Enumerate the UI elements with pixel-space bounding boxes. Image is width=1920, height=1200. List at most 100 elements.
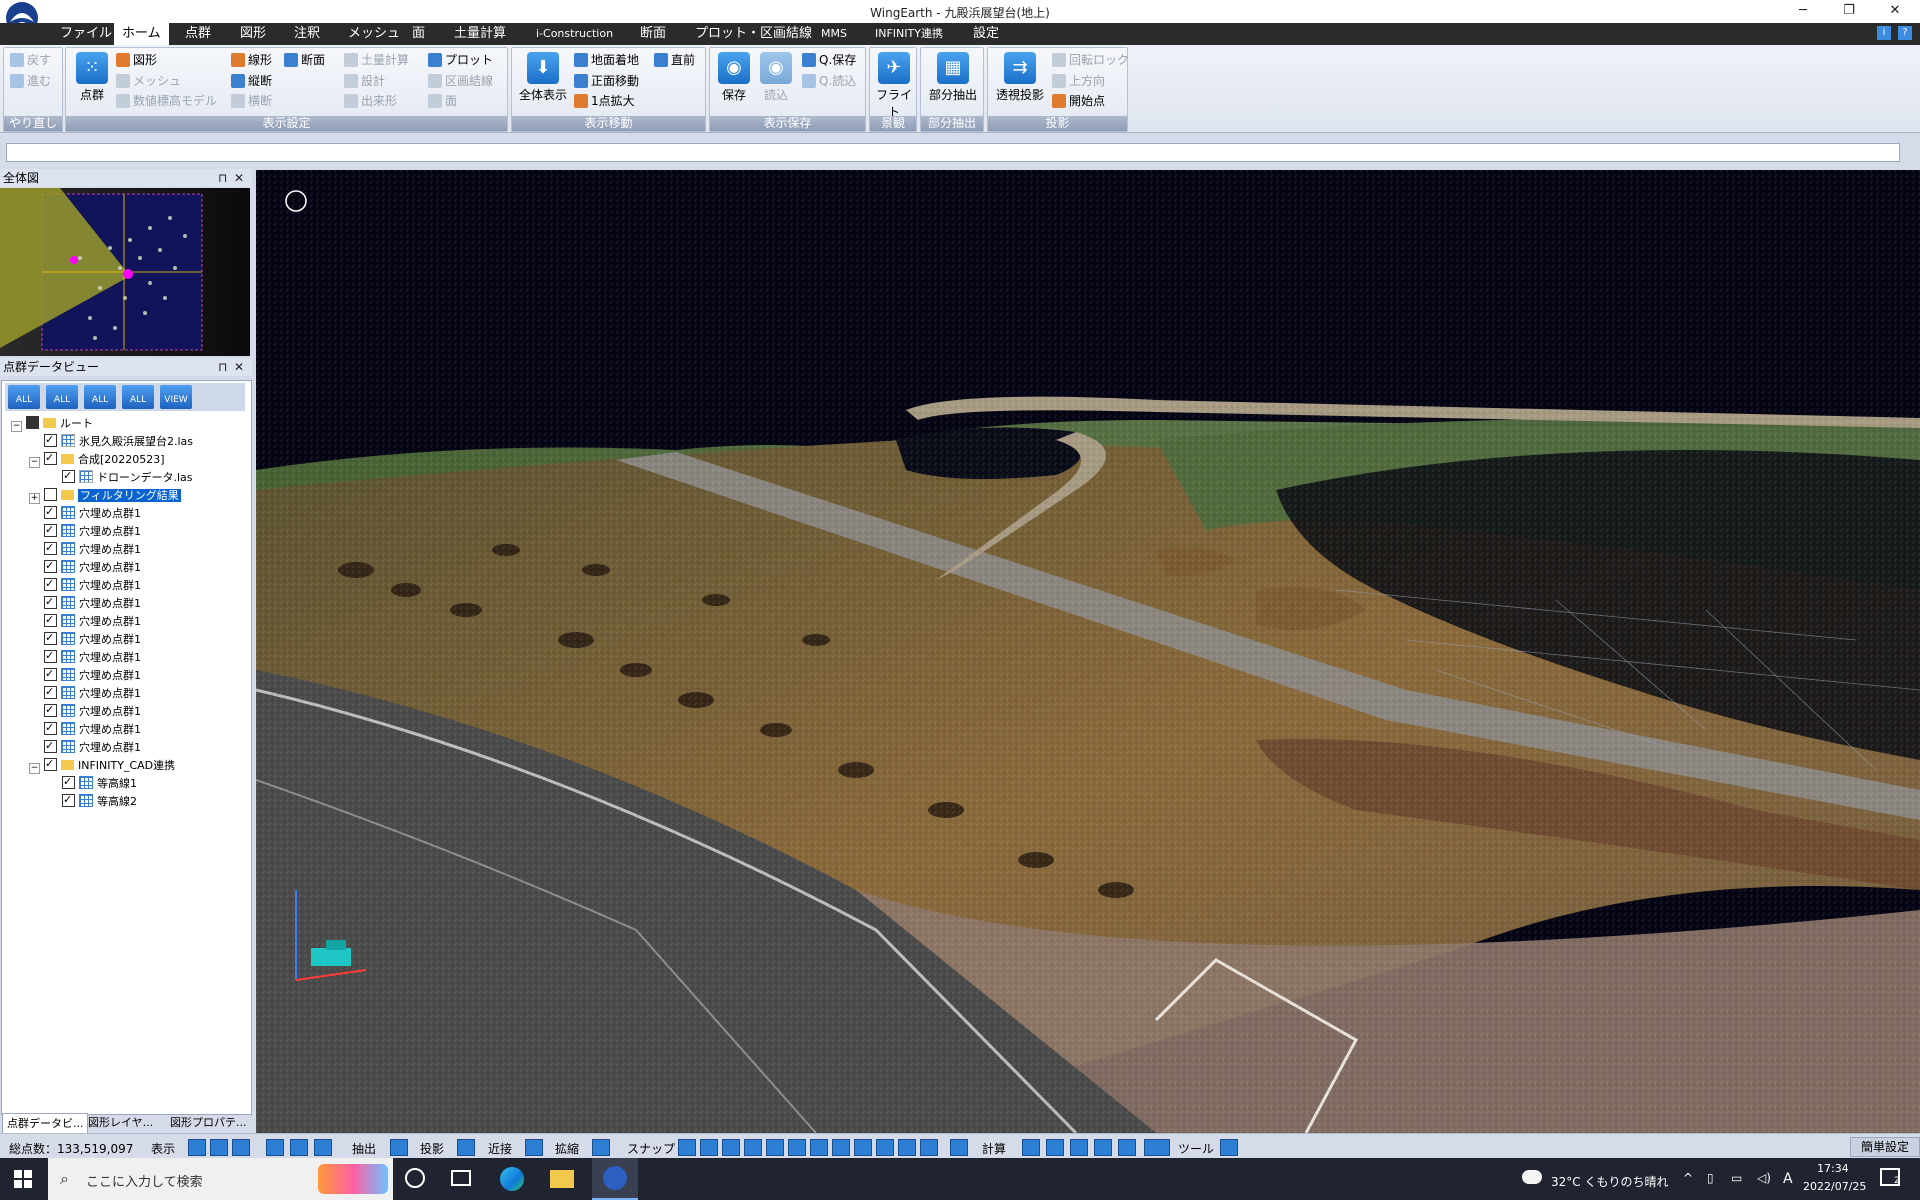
cortana-icon[interactable] xyxy=(405,1168,425,1188)
snap-icon[interactable] xyxy=(722,1139,740,1156)
menu-infinity[interactable]: INFINITY連携 xyxy=(875,23,943,45)
display-setting-icon[interactable] xyxy=(314,1139,332,1156)
perspective-button[interactable]: ⇉ 透視投影 xyxy=(990,52,1050,103)
display-setting-icon[interactable] xyxy=(188,1139,206,1156)
tree-node-filter[interactable]: + フィルタリング結果 xyxy=(29,487,181,504)
pin-icon[interactable]: ⊓ xyxy=(218,169,227,187)
task-view-icon[interactable] xyxy=(451,1170,471,1186)
checkbox[interactable] xyxy=(62,773,75,790)
near-setting-icon[interactable] xyxy=(525,1139,543,1156)
menu-iconstruction[interactable]: i-Construction xyxy=(536,23,613,45)
tree-node-fill[interactable]: 穴埋め点群1 xyxy=(44,611,141,630)
tool-icon[interactable] xyxy=(1220,1139,1238,1156)
start-point-button[interactable]: 開始点 xyxy=(1052,92,1105,110)
view-save-button[interactable]: ◉ 保存 xyxy=(714,52,754,103)
move-all-button[interactable]: ALL xyxy=(46,385,78,409)
checkbox[interactable] xyxy=(44,449,57,466)
line-toggle-button[interactable]: 線形 xyxy=(231,51,272,69)
tree-node-fill[interactable]: 穴埋め点群1 xyxy=(44,557,141,576)
menu-settings[interactable]: 設定 xyxy=(973,23,999,45)
expand-setting-icon[interactable] xyxy=(592,1139,610,1156)
checkbox[interactable] xyxy=(44,629,57,646)
checkbox[interactable] xyxy=(44,503,57,520)
design-toggle-button[interactable]: 設計 xyxy=(344,72,385,90)
checkbox[interactable] xyxy=(44,611,57,628)
menu-home[interactable]: ホーム xyxy=(114,23,169,45)
collapse-icon[interactable]: − xyxy=(11,421,22,432)
tree-node-fill[interactable]: 穴埋め点群1 xyxy=(44,575,141,594)
tree-node-file1[interactable]: 氷見久殿浜展望台2.las xyxy=(44,431,193,450)
checkbox[interactable] xyxy=(44,647,57,664)
easy-settings-button[interactable]: 簡単設定 xyxy=(1850,1137,1920,1157)
ime-indicator[interactable]: A xyxy=(1783,1171,1793,1187)
undo-button[interactable]: 戻す xyxy=(10,51,51,69)
zoom-point-button[interactable]: 1点拡大 xyxy=(574,92,635,110)
parcel-toggle-button[interactable]: 区画結線 xyxy=(428,72,493,90)
extract-setting-icon[interactable] xyxy=(390,1139,408,1156)
tree-node-root[interactable]: − ルート xyxy=(11,415,93,432)
clock-date[interactable]: 2022/07/25 xyxy=(1803,1180,1866,1193)
mesh-toggle-button[interactable]: メッシュ xyxy=(116,72,181,90)
3d-viewport[interactable] xyxy=(256,170,1920,1133)
edge-browser-icon[interactable] xyxy=(500,1167,524,1191)
flight-button[interactable]: ✈ フライト xyxy=(872,52,916,120)
quick-save-button[interactable]: Q.保存 xyxy=(802,51,856,69)
calc-icon[interactable] xyxy=(1118,1139,1136,1156)
checkbox-partial[interactable] xyxy=(26,416,39,429)
uncheck-all-button[interactable]: ALL xyxy=(122,385,154,409)
calc-icon[interactable] xyxy=(1022,1139,1040,1156)
checkbox[interactable] xyxy=(44,719,57,736)
snap-icon[interactable] xyxy=(950,1139,968,1156)
display-setting-icon[interactable] xyxy=(290,1139,308,1156)
section-toggle-button[interactable]: 断面 xyxy=(284,51,325,69)
network-icon[interactable]: ▭ xyxy=(1731,1171,1742,1185)
tree-node-fill[interactable]: 穴埋め点群1 xyxy=(44,719,141,738)
up-direction-button[interactable]: 上方向 xyxy=(1052,72,1105,90)
tree-node-fill[interactable]: 穴埋め点群1 xyxy=(44,647,141,666)
close-icon[interactable]: ✕ xyxy=(234,358,244,376)
dem-toggle-button[interactable]: 数値標高モデル xyxy=(116,92,217,110)
tree-node-fill[interactable]: 穴埋め点群1 xyxy=(44,521,141,540)
tab-pointcloud-view[interactable]: 点群データビ... xyxy=(2,1113,88,1135)
calc-icon[interactable] xyxy=(1094,1139,1112,1156)
tree-node-infinity[interactable]: −INFINITY_CAD連携 xyxy=(29,755,175,774)
windows-start-icon[interactable] xyxy=(14,1170,32,1188)
asbuilt-toggle-button[interactable]: 出来形 xyxy=(344,92,397,110)
calc-icon[interactable] xyxy=(1070,1139,1088,1156)
file-explorer-icon[interactable] xyxy=(550,1170,574,1188)
tree-node-merged[interactable]: −合成[20220523] xyxy=(29,449,165,468)
figure-toggle-button[interactable]: 図形 xyxy=(116,51,157,69)
menu-earthwork[interactable]: 土量計算 xyxy=(454,23,506,45)
expand-all-button[interactable]: ALL xyxy=(8,385,40,409)
tab-figure-layer[interactable]: 図形レイヤ... xyxy=(88,1113,168,1133)
overview-map[interactable] xyxy=(0,188,250,356)
menu-mesh[interactable]: メッシュ xyxy=(348,23,400,45)
tree-node-fill[interactable]: 穴埋め点群1 xyxy=(44,683,141,702)
plot-toggle-button[interactable]: プロット xyxy=(428,51,493,69)
partial-extract-button[interactable]: ▦ 部分抽出 xyxy=(923,52,983,103)
tray-app-icon[interactable]: ▯ xyxy=(1707,1171,1714,1185)
menu-section[interactable]: 断面 xyxy=(640,23,666,45)
display-setting-icon[interactable] xyxy=(210,1139,228,1156)
notification-icon[interactable]: 2 xyxy=(1880,1168,1900,1186)
tree-node-fill[interactable]: 穴埋め点群1 xyxy=(44,737,141,756)
horizontal-toggle-button[interactable]: 横断 xyxy=(231,92,272,110)
snap-icon[interactable] xyxy=(744,1139,762,1156)
checkbox[interactable] xyxy=(44,557,57,574)
checkbox[interactable] xyxy=(44,488,57,501)
view-load-button[interactable]: ◉ 読込 xyxy=(756,52,796,103)
weather-cloud-icon[interactable] xyxy=(1522,1170,1542,1184)
wingearth-taskbar-button[interactable] xyxy=(592,1158,638,1200)
clock-time[interactable]: 17:34 xyxy=(1817,1162,1849,1175)
restore-button[interactable]: ❐ xyxy=(1826,0,1872,23)
snap-icon[interactable] xyxy=(700,1139,718,1156)
projection-setting-icon[interactable] xyxy=(457,1139,475,1156)
checkbox[interactable] xyxy=(44,701,57,718)
rotation-lock-button[interactable]: 回転ロック xyxy=(1052,51,1129,69)
checkbox[interactable] xyxy=(44,755,57,772)
snap-icon[interactable] xyxy=(788,1139,806,1156)
checkbox[interactable] xyxy=(44,521,57,538)
menu-pointcloud[interactable]: 点群 xyxy=(185,23,211,45)
calc-icon[interactable] xyxy=(1144,1139,1170,1156)
tree-node-fill[interactable]: 穴埋め点群1 xyxy=(44,593,141,612)
